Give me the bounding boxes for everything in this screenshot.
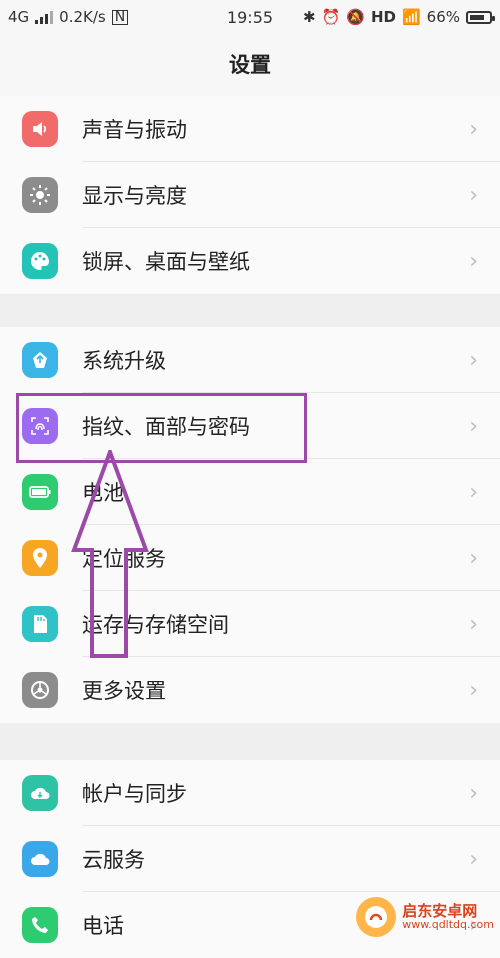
settings-item-lockscreen[interactable]: 锁屏、桌面与壁纸 › bbox=[0, 228, 500, 294]
watermark-url: www.qdltdq.com bbox=[402, 918, 494, 932]
bluetooth-icon: ✱ bbox=[303, 8, 316, 26]
battery-icon bbox=[22, 474, 58, 510]
chevron-right-icon: › bbox=[469, 347, 478, 373]
watermark-logo-icon bbox=[356, 897, 397, 937]
settings-item-label: 电话 bbox=[82, 914, 124, 938]
settings-item-label: 显示与亮度 bbox=[82, 184, 187, 208]
settings-item-label: 声音与振动 bbox=[82, 118, 187, 142]
pointer-arrow-icon bbox=[71, 450, 149, 658]
chevron-right-icon: › bbox=[469, 413, 478, 439]
settings-item-cloud[interactable]: 云服务 › bbox=[0, 826, 500, 892]
phone-icon bbox=[22, 907, 58, 943]
settings-item-label: 云服务 bbox=[82, 848, 145, 872]
account-sync-icon bbox=[22, 775, 58, 811]
status-bar: 4G 0.2K/s N 19:55 ✱ ⏰ 🔕 HD 📶 66% bbox=[0, 0, 500, 34]
chevron-right-icon: › bbox=[469, 545, 478, 571]
chevron-right-icon: › bbox=[469, 677, 478, 703]
settings-item-label: 更多设置 bbox=[82, 679, 166, 703]
highlight-box bbox=[16, 393, 307, 463]
palette-icon bbox=[22, 243, 58, 279]
settings-item-more[interactable]: 更多设置 › bbox=[0, 657, 500, 723]
settings-item-display[interactable]: 显示与亮度 › bbox=[0, 162, 500, 228]
chevron-right-icon: › bbox=[469, 248, 478, 274]
chevron-right-icon: › bbox=[469, 611, 478, 637]
battery-percent: 66% bbox=[426, 8, 460, 26]
storage-icon bbox=[22, 606, 58, 642]
settings-item-system-update[interactable]: 系统升级 › bbox=[0, 327, 500, 393]
hd-label: HD bbox=[370, 8, 396, 26]
location-icon bbox=[22, 540, 58, 576]
update-icon bbox=[22, 342, 58, 378]
battery-status-icon bbox=[466, 10, 495, 24]
alarm-icon: ⏰ bbox=[321, 8, 341, 26]
chevron-right-icon: › bbox=[469, 116, 478, 142]
page-title: 设置 bbox=[0, 34, 500, 97]
settings-item-sound[interactable]: 声音与振动 › bbox=[0, 96, 500, 162]
brightness-icon bbox=[22, 177, 58, 213]
chevron-right-icon: › bbox=[469, 182, 478, 208]
settings-item-label: 帐户与同步 bbox=[82, 782, 187, 806]
watermark-name: 启东安卓网 bbox=[402, 901, 478, 920]
chevron-right-icon: › bbox=[469, 846, 478, 872]
status-right: ✱ ⏰ 🔕 HD 📶 66% bbox=[303, 8, 495, 26]
settings-item-label: 系统升级 bbox=[82, 349, 166, 373]
volume-icon bbox=[22, 111, 58, 147]
mute-icon: 🔕 bbox=[346, 8, 365, 26]
chevron-right-icon: › bbox=[469, 479, 478, 505]
wifi-icon: 📶 bbox=[401, 8, 421, 26]
cloud-icon bbox=[22, 841, 58, 877]
settings-item-accounts[interactable]: 帐户与同步 › bbox=[0, 760, 500, 826]
settings-group-1: 声音与振动 › 显示与亮度 › 锁屏、桌面与壁纸 › bbox=[0, 96, 500, 294]
gear-icon bbox=[22, 672, 58, 708]
watermark: 启东安卓网 www.qdltdq.com bbox=[356, 897, 494, 937]
settings-item-label: 锁屏、桌面与壁纸 bbox=[82, 250, 250, 274]
chevron-right-icon: › bbox=[469, 780, 478, 806]
